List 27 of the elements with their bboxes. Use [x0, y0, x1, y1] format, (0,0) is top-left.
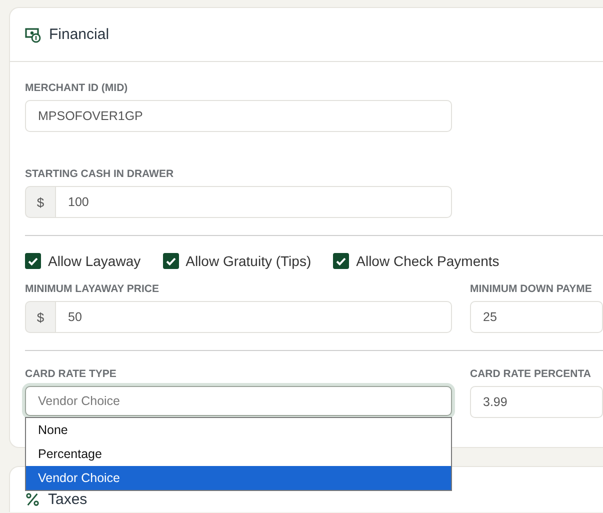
- dropdown-option[interactable]: Percentage: [26, 442, 451, 466]
- checkbox-option[interactable]: Allow Layaway: [25, 253, 141, 269]
- cash-icon: [25, 26, 41, 42]
- check-icon: [27, 255, 39, 267]
- input-field[interactable]: 25: [470, 301, 603, 333]
- card-title: Financial: [49, 26, 110, 43]
- field-label: CARD RATE PERCENTA: [470, 368, 592, 380]
- select-field[interactable]: Vendor Choice: [25, 386, 452, 416]
- field-label: MERCHANT ID (MID): [25, 82, 129, 94]
- dropdown-option[interactable]: Vendor Choice: [26, 466, 451, 490]
- check-icon: [335, 255, 348, 267]
- currency-prefix: $: [25, 186, 55, 218]
- field-label: MINIMUM LAYAWAY PRICE: [25, 283, 160, 295]
- input-field[interactable]: MPSOFOVER1GP: [25, 100, 452, 132]
- currency-prefix: $: [25, 301, 55, 333]
- input-field[interactable]: 50: [55, 301, 452, 333]
- percent-icon: [25, 492, 40, 507]
- card-title: Taxes: [48, 491, 88, 508]
- input-field[interactable]: 100: [55, 186, 452, 218]
- input-field[interactable]: 3.99: [470, 386, 603, 418]
- dropdown-option[interactable]: None: [26, 418, 451, 442]
- checkbox-option[interactable]: Allow Gratuity (Tips): [162, 253, 312, 269]
- checkbox-option[interactable]: Allow Check Payments: [333, 253, 500, 269]
- field-label: CARD RATE TYPE: [25, 368, 118, 380]
- check-icon: [164, 255, 177, 267]
- field-label: STARTING CASH IN DRAWER: [25, 168, 175, 180]
- field-label: MINIMUM DOWN PAYME: [470, 283, 593, 295]
